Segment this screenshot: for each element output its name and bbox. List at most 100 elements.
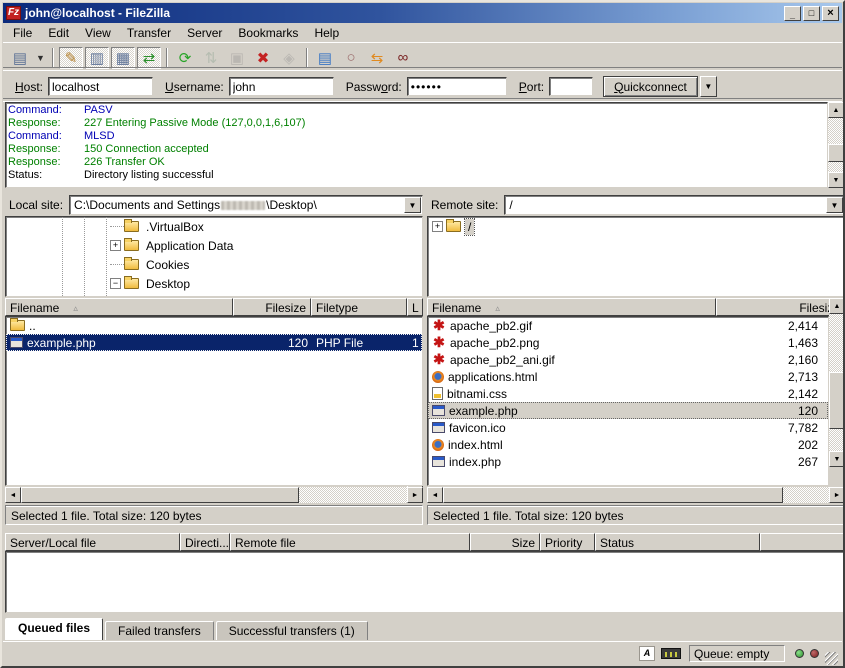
php-icon xyxy=(432,456,445,467)
combo-dropdown-icon[interactable]: ▼ xyxy=(404,197,421,213)
tree-item[interactable]: Cookies xyxy=(6,255,422,274)
column-header-filename[interactable]: Filename▵ xyxy=(5,298,233,316)
column-header-filesize[interactable]: Filesize xyxy=(233,298,311,316)
cancel-button[interactable]: ▣ xyxy=(225,47,249,69)
tree-item-label[interactable]: Application Data xyxy=(143,238,236,254)
remote-site-combobox[interactable]: / ▼ xyxy=(504,195,845,215)
column-header-filename[interactable]: Filename▵ xyxy=(427,298,716,316)
find-files-button[interactable]: ∞ xyxy=(391,47,415,69)
menu-bookmarks[interactable]: Bookmarks xyxy=(230,24,306,42)
file-row[interactable]: bitnami.css2,142 xyxy=(428,385,828,402)
process-queue-button[interactable]: ⇅ xyxy=(199,47,223,69)
encoding-indicator-icon[interactable]: A xyxy=(639,646,655,661)
queue-column-directi[interactable]: Directi... xyxy=(180,533,230,551)
scroll-left-icon[interactable]: ◄ xyxy=(5,487,21,503)
column-header-l[interactable]: L xyxy=(407,298,423,316)
minimize-button[interactable]: _ xyxy=(784,6,801,21)
toggle-message-log-button[interactable]: ✎ xyxy=(59,47,83,69)
scroll-up-icon[interactable]: ▲ xyxy=(829,298,845,314)
menu-edit[interactable]: Edit xyxy=(40,24,77,42)
queue-column-priority[interactable]: Priority xyxy=(540,533,595,551)
tree-item-label[interactable]: .VirtualBox xyxy=(143,219,207,235)
label-username: Username: xyxy=(165,80,224,94)
column-header-filesize[interactable]: Filesize xyxy=(716,298,845,316)
scroll-left-icon[interactable]: ◄ xyxy=(427,487,443,503)
file-row[interactable]: favicon.ico7,782 xyxy=(428,419,828,436)
file-row[interactable]: ✱apache_pb2.png1,463 xyxy=(428,334,828,351)
menu-help[interactable]: Help xyxy=(306,24,347,42)
scroll-right-icon[interactable]: ► xyxy=(829,487,845,503)
quickconnect-button[interactable]: Quickconnect xyxy=(603,76,698,97)
tree-item[interactable]: + Application Data xyxy=(6,236,422,255)
quickconnect-dropdown-icon[interactable]: ▼ xyxy=(700,76,717,97)
username-input[interactable] xyxy=(229,77,334,96)
scroll-up-icon[interactable]: ▲ xyxy=(828,102,844,118)
combo-dropdown-icon[interactable]: ▼ xyxy=(826,197,843,213)
sort-ascending-icon: ▵ xyxy=(73,303,78,314)
tab-queued-files[interactable]: Queued files xyxy=(5,618,103,640)
site-manager-button[interactable]: ▤ xyxy=(8,47,32,69)
tree-item-label[interactable]: / xyxy=(465,219,474,235)
local-pane: Local site: C:\Documents and Settings\De… xyxy=(5,195,423,525)
file-row[interactable]: ✱apache_pb2_ani.gif2,160 xyxy=(428,351,828,368)
maximize-button[interactable]: □ xyxy=(803,6,820,21)
queue-column-remotefile[interactable]: Remote file xyxy=(230,533,470,551)
tree-expander-icon[interactable]: + xyxy=(432,221,443,232)
file-cell: 2,142 xyxy=(717,385,822,402)
tree-item[interactable]: − Desktop xyxy=(6,274,422,293)
menu-bar: FileEditViewTransferServerBookmarksHelp xyxy=(3,24,842,43)
site-manager-dropdown[interactable]: ▼ xyxy=(34,47,47,69)
refresh-button[interactable]: ⟳ xyxy=(173,47,197,69)
menu-view[interactable]: View xyxy=(77,24,119,42)
filter-button[interactable]: ▤ xyxy=(313,47,337,69)
file-row[interactable]: .. xyxy=(6,317,422,334)
file-row[interactable]: applications.html2,713 xyxy=(428,368,828,385)
tree-item[interactable]: +/ xyxy=(428,217,844,236)
file-cell: index.php xyxy=(428,453,717,470)
toggle-transfer-queue-button[interactable]: ⇄ xyxy=(137,47,161,69)
reconnect-button[interactable]: ◈ xyxy=(277,47,301,69)
queue-column-serverlocalfile[interactable]: Server/Local file xyxy=(5,533,180,551)
file-row[interactable]: index.html202 xyxy=(428,436,828,453)
local-site-combobox[interactable]: C:\Documents and Settings\Desktop\ ▼ xyxy=(69,195,423,215)
tab-successful-transfers-[interactable]: Successful transfers (1) xyxy=(216,621,368,640)
remote-list-scrollbar[interactable]: ▲ ▼ xyxy=(829,298,845,467)
remote-list-header: Filename▵Filesize xyxy=(427,298,845,316)
close-button[interactable]: × xyxy=(822,6,839,21)
remote-list-hscrollbar[interactable]: ◄ ► xyxy=(427,487,845,503)
queue-column-status[interactable]: Status xyxy=(595,533,760,551)
directory-comparison-button[interactable]: ○ xyxy=(339,47,363,69)
file-cell: ✱apache_pb2.gif xyxy=(428,317,717,334)
toggle-remote-tree-button[interactable]: ▦ xyxy=(111,47,135,69)
speed-limit-icon[interactable] xyxy=(661,648,681,659)
log-scrollbar[interactable]: ▲ ▼ xyxy=(828,102,844,188)
host-input[interactable] xyxy=(48,77,153,96)
file-row[interactable]: ✱apache_pb2.gif2,414 xyxy=(428,317,828,334)
toggle-local-tree-button[interactable]: ▥ xyxy=(85,47,109,69)
column-header-filetype[interactable]: Filetype xyxy=(311,298,407,316)
menu-transfer[interactable]: Transfer xyxy=(119,24,179,42)
tree-item-label[interactable]: Desktop xyxy=(143,276,193,292)
file-cell: ✱apache_pb2_ani.gif xyxy=(428,351,717,368)
file-row[interactable]: example.php120PHP File1 xyxy=(6,334,422,351)
disconnect-button[interactable]: ✖ xyxy=(251,47,275,69)
file-row[interactable]: index.php267 xyxy=(428,453,828,470)
tree-expander-icon[interactable]: + xyxy=(110,240,121,251)
resize-grip[interactable] xyxy=(825,652,838,665)
local-list-hscrollbar[interactable]: ◄ ► xyxy=(5,487,423,503)
synchronized-browsing-button[interactable]: ⇆ xyxy=(365,47,389,69)
scroll-down-icon[interactable]: ▼ xyxy=(828,172,844,188)
menu-server[interactable]: Server xyxy=(179,24,230,42)
tab-failed-transfers[interactable]: Failed transfers xyxy=(105,621,214,640)
menu-file[interactable]: File xyxy=(5,24,40,42)
file-row[interactable]: example.php120 xyxy=(428,402,828,419)
queue-column-size[interactable]: Size xyxy=(470,533,540,551)
tree-item-label[interactable]: Cookies xyxy=(143,257,192,273)
port-input[interactable] xyxy=(549,77,593,96)
tree-item[interactable]: .VirtualBox xyxy=(6,217,422,236)
tree-expander-icon[interactable]: − xyxy=(110,278,121,289)
queue-column-empty[interactable] xyxy=(760,533,845,551)
scroll-right-icon[interactable]: ► xyxy=(407,487,423,503)
password-input[interactable] xyxy=(407,77,507,96)
scroll-down-icon[interactable]: ▼ xyxy=(829,451,845,467)
